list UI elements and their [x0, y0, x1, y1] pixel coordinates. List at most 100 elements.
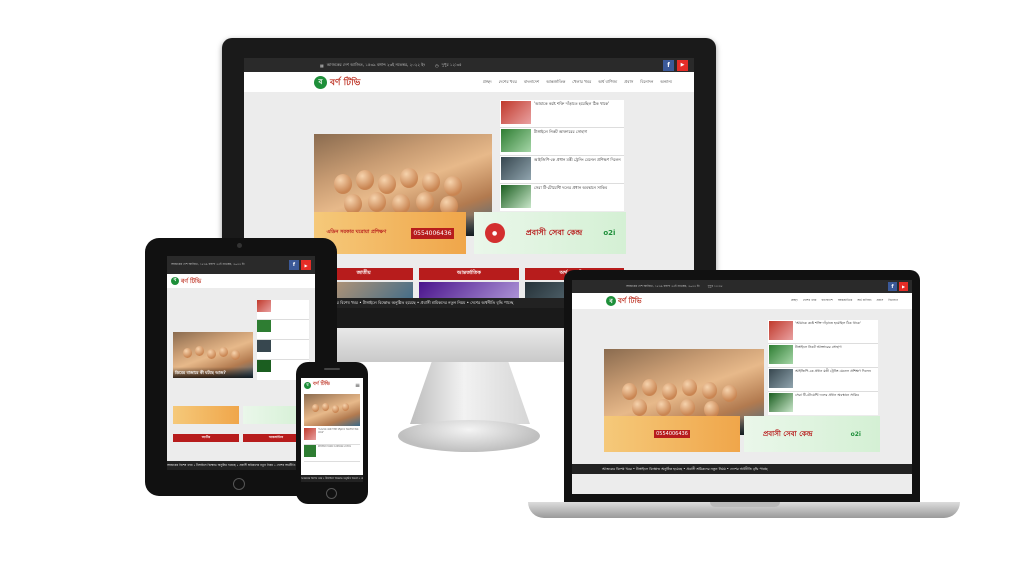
nav-item[interactable]: দেশের খবর: [803, 298, 817, 304]
headline-text: 'আমাকে কষ্টে শক্তি দাঁড়াতে হয়েছিল ঠিক …: [795, 321, 861, 325]
tablet-camera: [237, 243, 242, 248]
logo-text[interactable]: বর্ণ টিভি: [330, 75, 360, 90]
ad2-title: প্রবাসী সেবা কেন্দ্র: [763, 430, 813, 438]
thumbnail: [501, 157, 531, 180]
tablet-ticker[interactable]: আজকের বিশেষ খবর • টাঙ্গাইলে বিক্ষোভ অনুষ…: [167, 461, 315, 470]
headline-text: 'আমাকে কষ্টে শক্তি দাঁড়াতে হয়েছিল ঠিক …: [318, 428, 359, 435]
list-item[interactable]: টাঙ্গাইলে নিকট আক্তারের সোহাগ: [304, 445, 360, 462]
list-item[interactable]: 'আমাকে কষ্টে শক্তি দাঁড়াতে হয়েছিল ঠিক …: [304, 428, 360, 445]
facebook-button[interactable]: f: [663, 59, 674, 71]
list-item[interactable]: [257, 340, 309, 360]
facebook-button[interactable]: f: [289, 260, 299, 270]
list-item[interactable]: আইজিপি-কে প্রধান মন্ত্রী ট্রেনিং মেনেল প…: [768, 368, 878, 392]
hero-caption[interactable]: ডিমের বাজারে কী ঘটছে আজ?: [173, 367, 253, 378]
phone-screen: ব বর্ণ টিভি ≡ 'আমাকে কষ্টে শক্তি দাঁড়াত…: [301, 378, 363, 482]
date-text: আজকের দেশ আজিত, ১৫৩৯ বঙ্গাব্দ ২৩ই নভেম্ব…: [626, 283, 700, 288]
phone-hero-image[interactable]: [304, 394, 360, 426]
ad1-title: এডিন সরকার ঘরোয়া প্রশিক্ষণ: [326, 229, 387, 235]
list-item[interactable]: সেরা টি-টোয়েন্টি দলের প্রধান অবস্থানে স…: [500, 184, 624, 211]
ad1-phone: 0554006436: [654, 430, 690, 438]
headline-text: সেরা টি-টোয়েন্টি দলের প্রধান অবস্থানে স…: [534, 185, 608, 190]
tablet-home-button[interactable]: [233, 478, 245, 490]
phone-nav: ব বর্ণ টিভি ≡: [301, 378, 363, 392]
list-item[interactable]: আইজিপি-কে প্রধান মন্ত্রী ট্রেনিং মেনেল প…: [500, 156, 624, 184]
list-item[interactable]: [257, 300, 309, 320]
section-header[interactable]: আন্তর্জাতিক: [419, 268, 519, 280]
tablet-screen: আজকের দেশ আজিত, ১৫৩৯ বঙ্গাব্দ ২৩ই নভেম্ব…: [167, 256, 315, 470]
section-header[interactable]: জাতীয়: [173, 434, 239, 442]
headline-text: টাঙ্গাইলে নিকট আক্তারের সোহাগ: [795, 345, 842, 349]
nav-item[interactable]: প্রবাস: [624, 79, 633, 86]
nav-item[interactable]: অর্থ বাণিজ্য: [857, 298, 871, 304]
list-item[interactable]: 'আমাকে কষ্টে শক্তি দাঁড়াতে হয়েছিল ঠিক …: [500, 100, 624, 128]
nav-item[interactable]: আন্তর্জাতিক: [546, 79, 565, 86]
ad2-badge: o2i: [850, 430, 861, 438]
laptop-notch: [710, 502, 780, 507]
logo-text[interactable]: বর্ণ টিভি: [313, 381, 330, 389]
facebook-button[interactable]: f: [888, 282, 897, 291]
tablet-hero-image[interactable]: ডিমের বাজারে কী ঘটছে আজ?: [173, 332, 253, 378]
nav-item[interactable]: বাংলাদেশ: [821, 298, 833, 304]
nav-item[interactable]: আন্তর্জাতিক: [838, 298, 852, 304]
monitor-base: [398, 420, 540, 452]
list-item[interactable]: টাঙ্গাইলে নিকট আক্তারের সোহাগ: [500, 128, 624, 156]
laptop-ad-1[interactable]: 0554006436: [604, 416, 740, 452]
tablet-sections: জাতীয় আন্তর্জাতিক: [173, 434, 309, 442]
headline-text: আইজিপি-কে প্রধান মন্ত্রী ট্রেনিং মেনেল প…: [795, 369, 871, 373]
main-nav: ব বর্ণ টিভি প্রচ্ছদ দেশের খবর বাংলাদেশ আ…: [244, 72, 694, 92]
list-item[interactable]: সেরা টি-টোয়েন্টি দলের প্রধান অবস্থানে স…: [768, 392, 878, 415]
headline-list: 'আমাকে কষ্টে শক্তি দাঁড়াতে হয়েছিল ঠিক …: [500, 100, 624, 211]
nav-item[interactable]: বাংলাদেশ: [524, 79, 539, 86]
nav-item[interactable]: প্রবাস: [876, 298, 883, 304]
date-text: আজকের দেশ আজিত, ১৫৩৯ বঙ্গাব্দ ২৩ই নভেম্ব…: [326, 61, 426, 67]
headline-text: টাঙ্গাইলে নিকট আক্তারের সোহাগ: [318, 445, 352, 448]
logo-mark[interactable]: ব: [606, 296, 616, 306]
list-item[interactable]: [257, 320, 309, 340]
tablet-date-text: আজকের দেশ আজিত, ১৫৩৯ বঙ্গাব্দ ২৩ই নভেম্ব…: [171, 262, 245, 266]
youtube-button[interactable]: ▶: [301, 260, 311, 270]
nav-item[interactable]: অন্যান্য: [660, 79, 672, 86]
list-item[interactable]: টাঙ্গাইলে নিকট আক্তারের সোহাগ: [768, 344, 878, 368]
ad-banner-1[interactable]: এডিন সরকার ঘরোয়া প্রশিক্ষণ 0554006436: [314, 212, 466, 254]
youtube-button[interactable]: ▶: [899, 282, 908, 291]
tablet-ad-1[interactable]: [173, 406, 239, 424]
calendar-icon: ▦: [320, 62, 324, 68]
phone-ticker[interactable]: আজকের বিশেষ খবর • টাঙ্গাইলে বিক্ষোভ অনুষ…: [301, 475, 363, 482]
phone-home-button[interactable]: [326, 488, 337, 499]
nav-item[interactable]: খেলার খবর: [572, 79, 591, 86]
headline-text: আইজিপি-কে প্রধান মন্ত্রী ট্রেনিং মেনেল প…: [534, 157, 621, 162]
nav-item[interactable]: অর্থ বাণিজ্য: [598, 79, 617, 86]
laptop-screen: আজকের দেশ আজিত, ১৫৩৯ বঙ্গাব্দ ২৩ই নভেম্ব…: [572, 280, 912, 494]
headline-text: 'আমাকে কষ্টে শক্তি দাঁড়াতে হয়েছিল ঠিক …: [534, 101, 610, 106]
nav-menu: প্রচ্ছদ দেশের খবর বাংলাদেশ আন্তর্জাতিক অ…: [791, 298, 898, 304]
ad-banner-2[interactable]: ● প্রবাসী সেবা কেন্দ্র o2i: [474, 212, 626, 254]
top-bar: ▦ আজকের দেশ আজিত, ১৫৩৯ বঙ্গাব্দ ২৩ই নভেম…: [244, 58, 694, 72]
headline-text: টাঙ্গাইলে নিকট আক্তারের সোহাগ: [534, 129, 588, 134]
logo-mark[interactable]: ব: [314, 75, 327, 89]
phone-speaker: [324, 368, 340, 370]
nav-item[interactable]: দেশের খবর: [499, 79, 517, 86]
logo-text[interactable]: বর্ণ টিভি: [181, 276, 201, 287]
laptop-ticker[interactable]: আজকের বিশেষ খবর • টাঙ্গাইলে বিক্ষোভ অনুষ…: [572, 464, 912, 474]
laptop-headlines: 'আমাকে কষ্টে শক্তি দাঁড়াতে হয়েছিল ঠিক …: [768, 320, 878, 415]
thumbnail: [501, 185, 531, 208]
time-text: দুপুর ১২:৩৫: [707, 283, 723, 288]
logo-mark[interactable]: ব: [304, 381, 311, 389]
nav-item[interactable]: প্রচ্ছদ: [483, 79, 492, 86]
ad2-title: প্রবাসী সেবা কেন্দ্র: [525, 227, 583, 237]
menu-icon[interactable]: ≡: [355, 382, 360, 389]
nav-item[interactable]: বিনোদন: [888, 298, 898, 304]
ad1-phone: 0554006436: [411, 227, 454, 239]
monitor-stand: [410, 362, 530, 424]
laptop-top-bar: আজকের দেশ আজিত, ১৫৩৯ বঙ্গাব্দ ২৩ই নভেম্ব…: [572, 280, 912, 293]
laptop-ad-2[interactable]: প্রবাসী সেবা কেন্দ্র o2i: [744, 416, 880, 452]
nav-item[interactable]: প্রচ্ছদ: [791, 298, 798, 304]
logo-text[interactable]: বর্ণ টিভি: [618, 295, 642, 307]
list-item[interactable]: 'আমাকে কষ্টে শক্তি দাঁড়াতে হয়েছিল ঠিক …: [768, 320, 878, 344]
thumbnail: [501, 129, 531, 152]
logo-mark[interactable]: ব: [171, 277, 179, 285]
headline-text: সেরা টি-টোয়েন্টি দলের প্রধান অবস্থানে স…: [795, 393, 859, 397]
youtube-button[interactable]: ▶: [677, 59, 688, 71]
tablet-top-bar: আজকের দেশ আজিত, ১৫৩৯ বঙ্গাব্দ ২৩ই নভেম্ব…: [167, 256, 315, 274]
nav-item[interactable]: বিনোদন: [640, 79, 653, 86]
